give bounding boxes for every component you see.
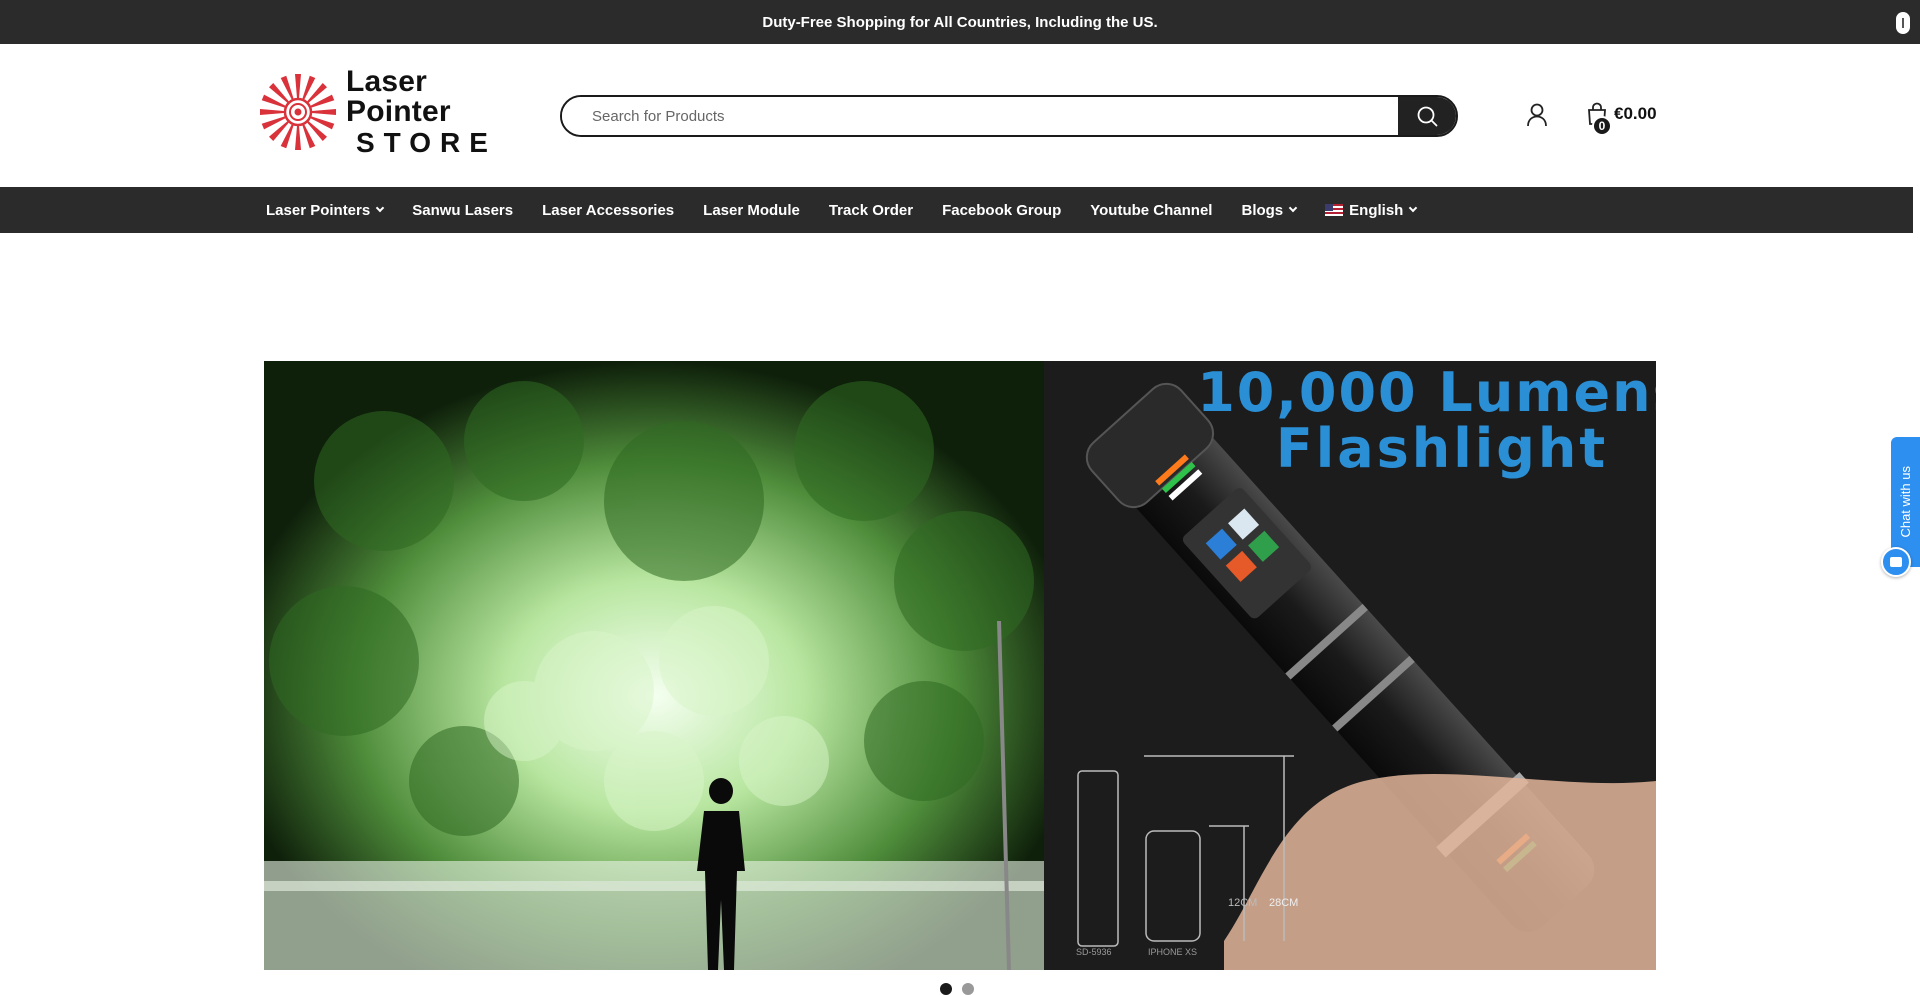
announcement-bar: Duty-Free Shopping for All Countries, In… — [0, 0, 1920, 44]
logo-line2: STORE — [356, 127, 497, 158]
nav-item-youtube-channel[interactable]: Youtube Channel — [1090, 187, 1212, 233]
nav-item-laser-pointers[interactable]: Laser Pointers — [266, 187, 385, 233]
nav-item-facebook-group[interactable]: Facebook Group — [942, 187, 1061, 233]
store-logo[interactable]: Laser Pointer STORE — [258, 67, 528, 157]
close-announcement-button[interactable] — [1896, 12, 1910, 34]
nav-item-label: Blogs — [1241, 201, 1284, 219]
nav-item-laser-accessories[interactable]: Laser Accessories — [542, 187, 674, 233]
laser-burst-icon — [260, 74, 336, 150]
nav-item-label: Youtube Channel — [1090, 201, 1213, 219]
nav-item-label: Sanwu Lasers — [412, 201, 514, 219]
chat-icon — [1890, 557, 1902, 567]
cart-count-badge: 0 — [1592, 116, 1612, 136]
language-selector[interactable]: English — [1325, 187, 1418, 233]
cart-icon-wrap: 0 — [1586, 102, 1612, 136]
site-header: Laser Pointer STORE 0 €0.00 — [0, 44, 1920, 187]
nav-item-label: Track Order — [828, 201, 914, 219]
slider-dot[interactable] — [962, 983, 974, 995]
language-label: English — [1349, 201, 1404, 219]
hero-image: 12CM 28CM SD-5936 IPHONE XS 10,000 Lumen… — [264, 361, 1656, 970]
hero-banner[interactable]: 12CM 28CM SD-5936 IPHONE XS 10,000 Lumen… — [264, 361, 1656, 970]
nav-item-blogs[interactable]: Blogs — [1241, 187, 1298, 233]
close-icon — [1902, 18, 1904, 28]
nav-item-label: Laser Module — [703, 201, 800, 219]
hero-headline-line1: 10,000 Lumens — [1197, 361, 1656, 424]
chat-bubble-button[interactable] — [1881, 547, 1911, 577]
announcement-text: Duty-Free Shopping for All Countries, In… — [762, 13, 1158, 31]
account-button[interactable] — [1525, 102, 1549, 128]
slider-dot[interactable] — [940, 983, 952, 995]
us-flag-icon — [1325, 204, 1344, 216]
search-button[interactable] — [1398, 97, 1456, 135]
user-icon — [1527, 103, 1547, 127]
nav-item-laser-module[interactable]: Laser Module — [703, 187, 800, 233]
nav-item-label: Facebook Group — [942, 201, 1062, 219]
cart-button[interactable]: 0 €0.00 — [1586, 102, 1657, 136]
chevron-down-icon — [1288, 203, 1298, 213]
slider-dots — [940, 983, 974, 995]
model-label-phone: IPHONE XS — [1148, 947, 1197, 957]
nav-item-label: Laser Accessories — [542, 201, 675, 219]
chevron-down-icon — [375, 203, 385, 213]
main-nav: Laser Pointers Sanwu Lasers Laser Access… — [0, 187, 1913, 233]
size-label-small: 12CM — [1228, 897, 1257, 909]
cart-total: €0.00 — [1614, 104, 1657, 123]
model-label-flashlight: SD-5936 — [1076, 947, 1112, 957]
logo-line1: Laser Pointer — [346, 65, 451, 128]
nav-item-label: Laser Pointers — [266, 201, 371, 219]
search-bar — [560, 95, 1458, 137]
search-input[interactable] — [562, 97, 1398, 135]
chevron-down-icon — [1409, 203, 1418, 213]
search-icon — [1417, 106, 1438, 127]
hero-headline-line2: Flashlight — [1276, 417, 1608, 480]
logo-wordmark: Laser Pointer STORE — [346, 67, 528, 157]
nav-item-track-order[interactable]: Track Order — [829, 187, 913, 233]
nav-item-sanwu-lasers[interactable]: Sanwu Lasers — [412, 187, 513, 233]
chat-label: Chat with us — [1898, 466, 1913, 538]
size-label-large: 28CM — [1269, 897, 1298, 909]
